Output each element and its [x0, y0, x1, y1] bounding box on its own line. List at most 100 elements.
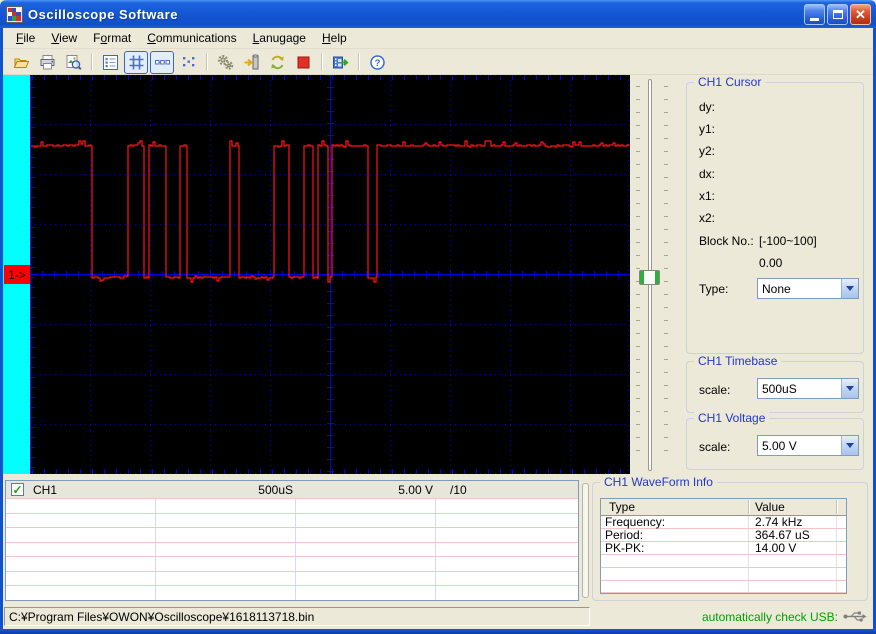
- plot-area[interactable]: [30, 75, 630, 474]
- toolbar-separator: [91, 53, 92, 71]
- export-button[interactable]: [328, 51, 352, 74]
- help-button[interactable]: ?: [365, 51, 389, 74]
- menu-communications[interactable]: Communications: [139, 28, 244, 48]
- timebase-dropdown[interactable]: 500uS: [757, 378, 859, 399]
- minimize-button[interactable]: [804, 4, 825, 25]
- empty-cell: [156, 543, 296, 557]
- empty-cell: [296, 543, 436, 557]
- settings-button[interactable]: [213, 51, 237, 74]
- empty-cell: [296, 586, 436, 600]
- menu-file[interactable]: File: [8, 28, 43, 48]
- empty-cell: [436, 543, 578, 557]
- connect-button[interactable]: [239, 51, 263, 74]
- info-row-pkpk[interactable]: PK-PK: 14.00 V: [601, 542, 846, 555]
- empty-cell: [749, 581, 837, 592]
- block-no-label: Block No.:: [699, 234, 754, 248]
- window-border: [0, 629, 876, 634]
- empty-cell: [837, 555, 846, 567]
- voltage-scale-label: scale:: [699, 440, 730, 454]
- close-button[interactable]: ✕: [850, 4, 871, 25]
- chevron-down-icon: [846, 386, 854, 391]
- gears-icon: [217, 54, 234, 71]
- info-row-empty: [601, 568, 846, 581]
- channel-row-empty[interactable]: [6, 498, 578, 513]
- list-icon: [102, 54, 119, 71]
- empty-cell: [6, 543, 156, 557]
- refresh-icon: [269, 54, 286, 71]
- dropdown-button[interactable]: [841, 379, 858, 398]
- channel-list-button[interactable]: [98, 51, 122, 74]
- chevron-down-icon: [846, 443, 854, 448]
- app-window: Oscilloscope Software ✕ File View Format…: [0, 0, 876, 634]
- menu-format[interactable]: Format: [85, 28, 139, 48]
- preview-icon: [65, 54, 82, 71]
- ch1-visible-checkbox[interactable]: ✓: [11, 483, 24, 496]
- info-type-cell: Frequency:: [601, 516, 749, 528]
- channel-row-empty[interactable]: [6, 527, 578, 542]
- stop-button[interactable]: [291, 51, 315, 74]
- info-col-type: Type: [601, 500, 749, 514]
- empty-cell: [6, 572, 156, 586]
- channel-row-empty[interactable]: [6, 556, 578, 571]
- window-title: Oscilloscope Software: [28, 7, 178, 22]
- channel-list-scrollbar[interactable]: [582, 483, 589, 598]
- timebase-scale-label: scale:: [699, 383, 730, 397]
- refresh-button[interactable]: [265, 51, 289, 74]
- channel-row-empty[interactable]: [6, 513, 578, 528]
- empty-cell: [156, 499, 296, 513]
- dropdown-button[interactable]: [841, 436, 858, 455]
- empty-cell: [296, 514, 436, 528]
- chevron-down-icon: [846, 286, 854, 291]
- menu-help[interactable]: Help: [314, 28, 355, 48]
- empty-cell: [156, 586, 296, 600]
- stop-icon: [295, 54, 312, 71]
- empty-cell: [296, 499, 436, 513]
- maximize-button[interactable]: [827, 4, 848, 25]
- open-folder-icon: [13, 54, 30, 71]
- line-style-button[interactable]: [150, 51, 174, 74]
- channel-list-table: ✓ CH1 500uS 5.00 V /10: [5, 480, 579, 601]
- menu-view[interactable]: View: [43, 28, 85, 48]
- empty-cell: [156, 514, 296, 528]
- empty-cell: [6, 586, 156, 600]
- open-file-button[interactable]: [9, 51, 33, 74]
- empty-cell: [601, 568, 749, 580]
- info-row-empty: [601, 555, 846, 568]
- info-spare-cell: [837, 529, 846, 541]
- cursor-type-dropdown[interactable]: None: [757, 278, 859, 299]
- position-slider-thumb[interactable]: [639, 270, 660, 285]
- empty-cell: [749, 568, 837, 580]
- print-button[interactable]: [35, 51, 59, 74]
- channel-row-empty[interactable]: [6, 542, 578, 557]
- channel-row-empty[interactable]: [6, 571, 578, 586]
- printer-icon: [39, 54, 56, 71]
- empty-cell: [436, 586, 578, 600]
- info-value-cell: 2.74 kHz: [749, 516, 837, 528]
- channel-row-empty[interactable]: [6, 585, 578, 600]
- cursor-y1-label: y1:: [699, 122, 715, 136]
- empty-cell: [6, 514, 156, 528]
- cursor-dx-label: dx:: [699, 167, 715, 181]
- block-range-value: [-100~100]: [759, 234, 817, 248]
- empty-cell: [436, 557, 578, 571]
- empty-cell: [156, 557, 296, 571]
- channel1-marker[interactable]: 1->: [4, 265, 30, 284]
- grid-icon: [128, 54, 145, 71]
- dropdown-button[interactable]: [841, 279, 858, 298]
- app-icon: [6, 6, 23, 23]
- check-icon: ✓: [12, 485, 22, 495]
- channel-row-ch1[interactable]: ✓ CH1 500uS 5.00 V /10: [6, 481, 578, 498]
- connect-icon: [243, 54, 260, 71]
- toolbar: ?: [3, 50, 873, 75]
- title-bar[interactable]: Oscilloscope Software ✕: [0, 0, 876, 28]
- voltage-dropdown[interactable]: 5.00 V: [757, 435, 859, 456]
- grid-toggle-button[interactable]: [124, 51, 148, 74]
- preview-button[interactable]: [61, 51, 85, 74]
- dots-style-button[interactable]: [176, 51, 200, 74]
- menu-language[interactable]: Lanugage: [245, 28, 314, 48]
- menu-bar: File View Format Communications Lanugage…: [3, 28, 873, 49]
- export-icon: [332, 54, 349, 71]
- info-value-cell: 14.00 V: [749, 542, 837, 554]
- waveform-info-title: CH1 WaveForm Info: [600, 475, 717, 489]
- voltage-value: 5.00 V: [758, 439, 841, 453]
